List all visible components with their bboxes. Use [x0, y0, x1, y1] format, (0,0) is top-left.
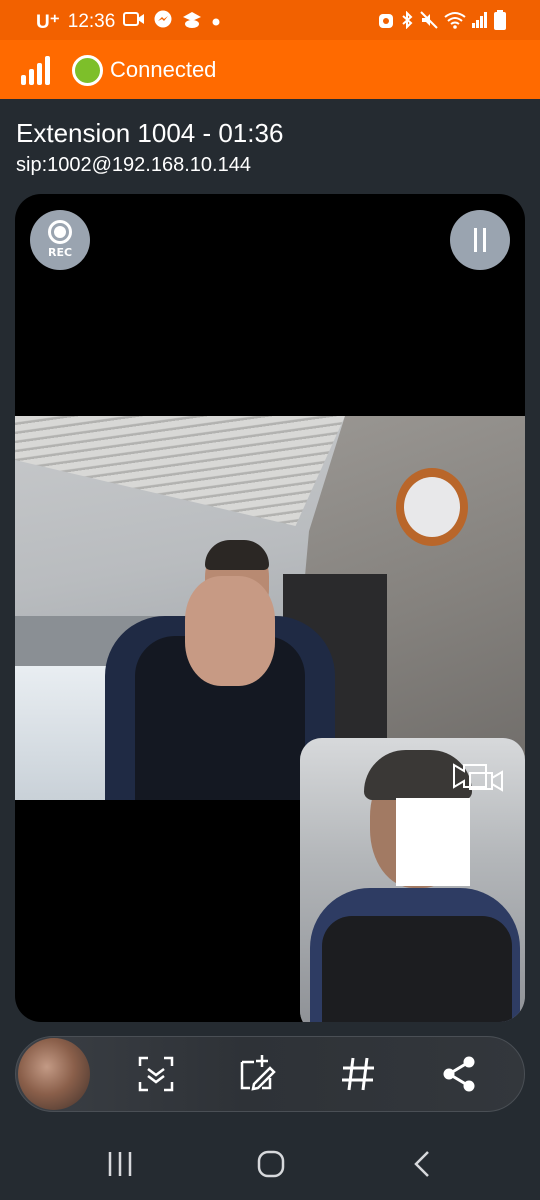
system-nav-bar	[0, 1130, 540, 1200]
video-call-icon	[123, 11, 145, 33]
wifi-icon	[444, 11, 466, 33]
back-icon[interactable]	[410, 1149, 436, 1183]
add-edit-button[interactable]	[236, 1052, 280, 1096]
status-bar: U⁺ 12:36	[0, 0, 540, 40]
carrier-label: U⁺	[36, 11, 60, 33]
battery-icon	[494, 10, 506, 34]
switch-camera-icon[interactable]	[452, 761, 504, 797]
record-label: REC	[47, 246, 73, 259]
app-icon	[181, 9, 203, 35]
add-edit-icon	[236, 1055, 280, 1100]
status-time: 12:36	[67, 11, 116, 32]
share-icon	[437, 1056, 481, 1100]
face-redaction	[396, 798, 470, 886]
recents-icon[interactable]	[106, 1150, 134, 1182]
remote-video-view[interactable]	[15, 194, 525, 1022]
share-button[interactable]	[437, 1052, 481, 1096]
notification-dot-icon	[211, 11, 221, 33]
mute-icon	[420, 11, 438, 33]
call-title: Extension 1004 - 01:36	[16, 118, 284, 148]
video-thumbnail[interactable]	[18, 1038, 90, 1110]
pause-button[interactable]	[450, 210, 510, 270]
signal-strength-icon	[20, 55, 52, 89]
record-button[interactable]: REC	[30, 210, 90, 270]
scan-button[interactable]	[134, 1052, 178, 1096]
bluetooth-icon	[400, 10, 414, 33]
dialpad-hash-icon	[336, 1057, 380, 1100]
scan-icon	[134, 1056, 178, 1100]
pause-icon	[474, 228, 477, 252]
call-sip-uri: sip:1002@192.168.10.144	[16, 154, 251, 176]
home-icon[interactable]	[256, 1149, 286, 1183]
dialpad-button[interactable]	[336, 1052, 380, 1096]
messenger-icon	[153, 9, 173, 35]
connection-status-indicator	[72, 55, 103, 86]
connection-status-text: Connected	[110, 57, 217, 82]
app-badge-icon	[378, 11, 394, 33]
signal-icon	[472, 11, 488, 33]
